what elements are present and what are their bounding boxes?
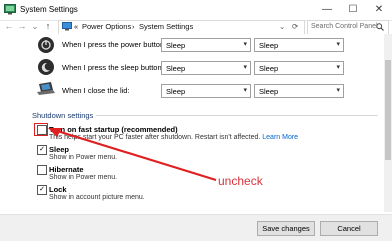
address-separator: «	[74, 22, 79, 31]
red-arrow-icon	[48, 128, 217, 182]
control-panel-icon	[62, 22, 72, 31]
close-lid-label: When I close the lid:	[62, 86, 130, 95]
breadcrumb-system-settings[interactable]: System Settings	[139, 22, 193, 31]
breadcrumb-separator: ›	[132, 22, 135, 31]
minimize-button[interactable]: —	[314, 0, 340, 20]
forward-arrow-icon[interactable]: →	[17, 21, 27, 31]
laptop-lid-icon	[37, 82, 55, 95]
close-button[interactable]: ✕	[366, 0, 392, 20]
power-button-label: When I press the power button:	[62, 40, 167, 49]
maximize-button[interactable]: ☐	[340, 0, 366, 20]
sleep-button-battery-select[interactable]: Sleep ▾	[161, 61, 251, 75]
lock-checkbox[interactable]: ✓	[37, 185, 47, 195]
cancel-button[interactable]: Cancel	[320, 221, 378, 236]
sleep-button-plugged-select[interactable]: Sleep ▾	[254, 61, 344, 75]
power-button-icon	[38, 37, 54, 53]
scrollbar-thumb[interactable]	[385, 60, 391, 160]
learn-more-link[interactable]: Learn More	[262, 134, 298, 141]
lock-label[interactable]: Lock	[49, 185, 67, 194]
uncheck-annotation: uncheck	[218, 174, 263, 188]
address-dropdown-icon[interactable]: ⌄	[279, 22, 285, 31]
close-lid-battery-select[interactable]: Sleep ▾	[161, 84, 251, 98]
back-arrow-icon[interactable]: ←	[4, 21, 14, 31]
recent-dropdown-icon[interactable]: ⌄	[30, 21, 40, 31]
power-button-battery-select[interactable]: Sleep ▾	[161, 38, 251, 52]
search-icon[interactable]	[376, 23, 384, 31]
system-settings-icon	[4, 4, 16, 15]
breadcrumb-power-options[interactable]: Power Options	[82, 22, 131, 31]
save-changes-button[interactable]: Save changes	[257, 221, 315, 236]
window-title: System Settings	[20, 5, 78, 14]
close-lid-plugged-select[interactable]: Sleep ▾	[254, 84, 344, 98]
up-arrow-icon[interactable]: ↑	[43, 21, 53, 31]
sleep-button-icon	[38, 59, 54, 75]
refresh-icon[interactable]: ⟳	[292, 22, 298, 31]
power-button-plugged-select[interactable]: Sleep ▾	[254, 38, 344, 52]
sleep-button-label: When I press the sleep button:	[62, 63, 164, 72]
lock-description: Show in account picture menu.	[49, 194, 145, 201]
shutdown-settings-title: Shutdown settings	[32, 111, 94, 120]
section-divider	[96, 115, 378, 116]
search-placeholder: Search Control Panel	[311, 23, 378, 30]
